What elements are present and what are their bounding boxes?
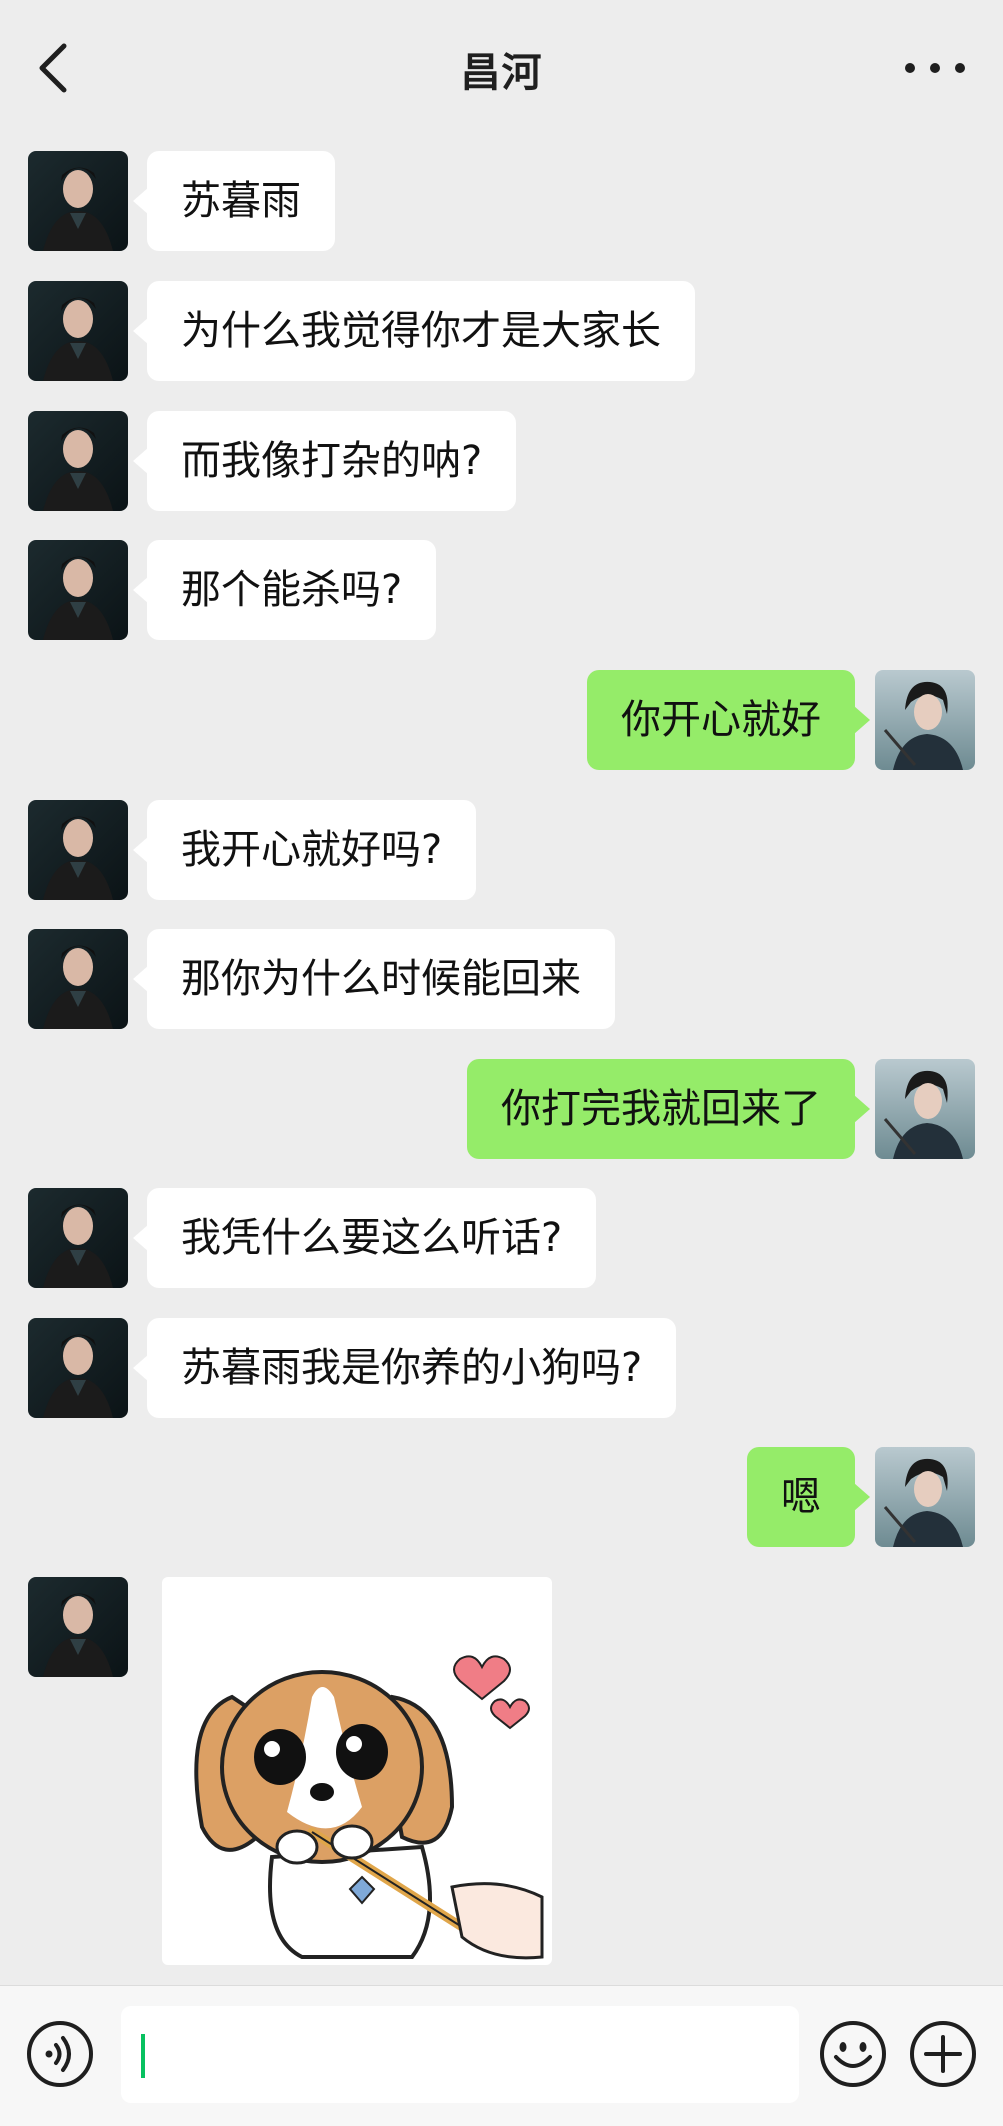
outgoing-message-bubble[interactable]: 你开心就好 — [587, 670, 870, 770]
incoming-message-bubble[interactable]: 我凭什么要这么听话? — [132, 1188, 597, 1288]
contact-avatar[interactable] — [28, 1318, 128, 1418]
my-avatar[interactable] — [875, 1059, 975, 1159]
incoming-message-bubble[interactable]: 苏暮雨 — [133, 151, 335, 251]
chat-header: 昌河 — [0, 0, 1003, 135]
voice-icon[interactable] — [25, 2019, 95, 2089]
contact-avatar[interactable] — [28, 800, 128, 900]
contact-avatar[interactable] — [28, 1188, 128, 1288]
incoming-message-bubble[interactable]: 那个能杀吗? — [132, 540, 437, 640]
my-avatar[interactable] — [875, 1447, 975, 1547]
text-caret — [141, 2034, 145, 2078]
my-avatar[interactable] — [875, 670, 975, 770]
incoming-message-bubble[interactable]: 我开心就好吗? — [132, 800, 477, 900]
chat-title: 昌河 — [460, 50, 543, 96]
incoming-message-bubble[interactable]: 苏暮雨我是你养的小狗吗? — [132, 1318, 677, 1418]
input-toolbar — [0, 1985, 1003, 2126]
contact-avatar[interactable] — [28, 151, 128, 251]
contact-avatar[interactable] — [28, 281, 128, 381]
incoming-message-bubble[interactable]: 而我像打杂的呐? — [132, 411, 517, 511]
contact-avatar[interactable] — [28, 411, 128, 511]
message-input-box[interactable] — [121, 2006, 799, 2105]
puppy-with-hearts-sticker[interactable] — [162, 1577, 552, 1965]
more-dots-icon[interactable] — [900, 58, 970, 78]
message-list[interactable]: 苏暮雨 为什么我觉得你才是大家长 而我像打杂的呐? 那个能杀吗? 你开心就好 我… — [0, 135, 1003, 1985]
emoji-icon[interactable] — [818, 2019, 888, 2089]
contact-avatar[interactable] — [28, 1577, 128, 1677]
incoming-message-bubble[interactable]: 为什么我觉得你才是大家长 — [133, 281, 695, 381]
incoming-message-bubble[interactable]: 那你为什么时候能回来 — [133, 929, 615, 1029]
contact-avatar[interactable] — [28, 929, 128, 1029]
outgoing-message-bubble[interactable]: 嗯 — [747, 1447, 870, 1547]
message-input[interactable] — [151, 2006, 785, 2105]
outgoing-message-bubble[interactable]: 你打完我就回来了 — [467, 1059, 870, 1159]
contact-avatar[interactable] — [28, 540, 128, 640]
plus-icon[interactable] — [908, 2019, 978, 2089]
